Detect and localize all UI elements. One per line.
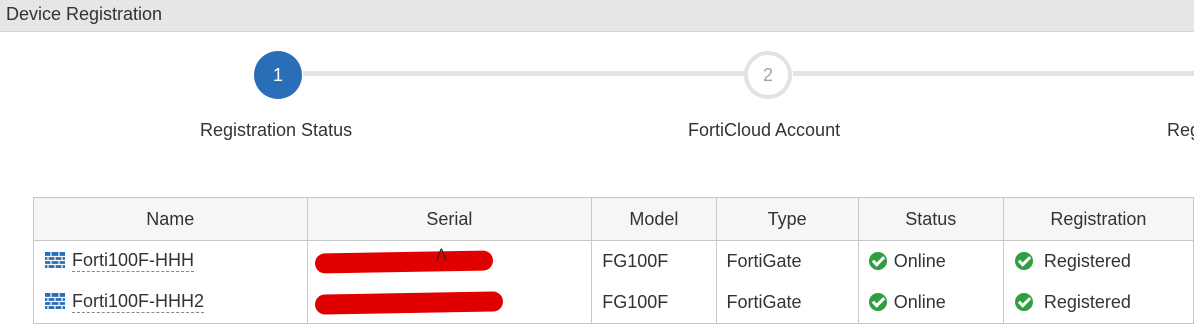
firewall-icon xyxy=(45,292,65,315)
table-row[interactable]: Forti100F-HHH2 FG100F FortiGate Online R… xyxy=(33,282,1194,324)
check-circle-icon xyxy=(1014,293,1033,311)
model-cell: FG100F xyxy=(591,240,717,282)
serial-cell xyxy=(306,240,593,282)
registration-label: Registered xyxy=(1043,251,1131,271)
device-name-cell: Forti100F-HHH xyxy=(33,240,308,282)
step-1-label: Registration Status xyxy=(200,120,353,140)
status-label: Online xyxy=(893,292,946,312)
check-circle-icon xyxy=(1014,252,1033,270)
status-cell: Online xyxy=(857,240,1004,282)
serial-cell xyxy=(306,282,593,324)
redacted-serial xyxy=(314,291,503,315)
type-cell: FortiGate xyxy=(715,240,859,282)
device-table: Name Serial Model Type Status Registrati… xyxy=(33,197,1194,324)
check-circle-icon xyxy=(868,252,887,270)
step-3-label: Reg xyxy=(1167,120,1194,140)
registration-cell: Registered xyxy=(1002,240,1194,282)
column-header-type[interactable]: Type xyxy=(715,197,859,241)
text-cursor-icon: ⋀ xyxy=(436,246,447,261)
step-connector xyxy=(303,71,745,76)
page-title: Device Registration xyxy=(6,4,163,24)
registration-cell: Registered xyxy=(1002,282,1194,324)
table-row[interactable]: Forti100F-HHH FG100F FortiGate Online Re… xyxy=(33,240,1194,282)
status-cell: Online xyxy=(857,282,1004,324)
redacted-serial xyxy=(314,250,493,274)
table-header-row: Name Serial Model Type Status Registrati… xyxy=(33,197,1194,241)
type-cell: FortiGate xyxy=(715,282,859,324)
column-header-model[interactable]: Model xyxy=(591,197,717,241)
page-header: Device Registration xyxy=(0,0,1194,32)
device-name-cell: Forti100F-HHH2 xyxy=(33,282,308,324)
device-name-link[interactable]: Forti100F-HHH2 xyxy=(72,290,205,313)
step-2-circle[interactable]: 2 xyxy=(744,51,792,99)
column-header-name[interactable]: Name xyxy=(33,197,308,241)
column-header-status[interactable]: Status xyxy=(857,197,1004,241)
status-label: Online xyxy=(893,251,946,271)
step-2-label: FortiCloud Account xyxy=(688,120,841,140)
step-connector xyxy=(793,71,1194,76)
column-header-serial[interactable]: Serial xyxy=(306,197,593,241)
check-circle-icon xyxy=(868,293,887,311)
firewall-icon xyxy=(45,251,65,274)
registration-label: Registered xyxy=(1043,292,1131,312)
device-name-link[interactable]: Forti100F-HHH xyxy=(72,249,195,272)
step-1-circle[interactable]: 1 xyxy=(254,51,302,99)
model-cell: FG100F xyxy=(591,282,717,324)
column-header-registration[interactable]: Registration xyxy=(1002,197,1194,241)
